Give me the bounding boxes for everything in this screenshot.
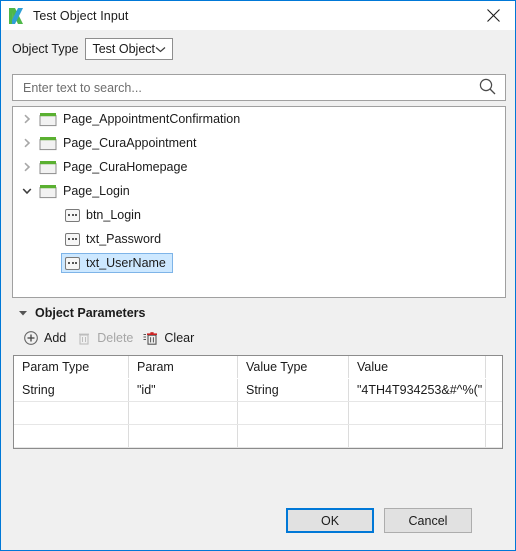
clear-parameters-button[interactable]: Clear <box>143 330 194 346</box>
table-cell[interactable]: String <box>14 378 129 402</box>
column-header-0[interactable]: Param Type <box>14 356 129 379</box>
table-cell[interactable] <box>485 447 502 448</box>
object-type-dropdown[interactable]: Test Object <box>85 37 174 60</box>
object-type-label: Object Type <box>12 41 79 56</box>
table-cell[interactable] <box>485 378 502 402</box>
table-cell[interactable] <box>128 424 238 448</box>
object-parameters-title: Object Parameters <box>35 306 146 320</box>
object-type-row: Object Type Test Object <box>1 30 515 67</box>
tree-item-content: txt_Password <box>61 229 168 249</box>
table-cell[interactable] <box>128 447 238 448</box>
tree-item-page_appointmentconfirmation[interactable]: Page_AppointmentConfirmation <box>13 107 505 131</box>
column-header-4[interactable] <box>485 356 502 379</box>
object-type-value: Test Object <box>92 41 156 56</box>
trash-icon <box>76 330 92 346</box>
tree-item-txt_password[interactable]: txt_Password <box>13 227 505 251</box>
add-parameter-label: Add <box>44 331 67 345</box>
chevron-down-icon <box>155 42 166 56</box>
table-cell[interactable] <box>14 424 129 448</box>
parameters-toolbar: Add Delete Clear <box>1 326 515 350</box>
tree-item-page_login[interactable]: Page_Login <box>13 179 505 203</box>
tree-item-label: Page_CuraAppointment <box>63 136 197 150</box>
table-cell[interactable] <box>348 424 486 448</box>
title-bar: Test Object Input <box>1 1 515 30</box>
cancel-button[interactable]: Cancel <box>384 508 472 533</box>
delete-parameter-button: Delete <box>76 330 133 346</box>
table-row[interactable] <box>14 401 502 425</box>
add-parameter-button[interactable]: Add <box>23 330 66 346</box>
element-icon <box>65 208 80 222</box>
tree-item-label: Page_Login <box>63 184 130 198</box>
katalon-logo-icon <box>9 7 25 24</box>
clear-parameters-label: Clear <box>164 331 195 345</box>
tree-item-label: btn_Login <box>86 208 141 222</box>
element-icon <box>65 232 80 246</box>
column-header-3[interactable]: Value <box>348 356 486 379</box>
search-icon[interactable] <box>479 78 496 98</box>
tree-item-txt_username[interactable]: txt_UserName <box>13 251 505 275</box>
tree-item-content: Page_CuraHomepage <box>35 157 194 178</box>
tree-item-content: btn_Login <box>61 205 148 225</box>
table-row[interactable]: String "id" String "4TH4T934253&#^%(" <box>14 378 502 402</box>
tree-item-label: txt_UserName <box>86 256 166 270</box>
ok-button[interactable]: OK <box>286 508 374 533</box>
column-header-2[interactable]: Value Type <box>237 356 349 379</box>
chevron-down-icon[interactable] <box>19 186 35 197</box>
table-cell[interactable] <box>348 447 486 448</box>
tree-item-page_curahomepage[interactable]: Page_CuraHomepage <box>13 155 505 179</box>
tree-item-label: Page_AppointmentConfirmation <box>63 112 241 126</box>
chevron-right-icon[interactable] <box>19 138 35 149</box>
element-icon <box>65 256 80 270</box>
table-cell[interactable] <box>14 447 129 448</box>
table-row[interactable] <box>14 424 502 448</box>
table-cell[interactable]: String <box>237 378 349 402</box>
table-cell[interactable] <box>128 401 238 425</box>
search-box[interactable] <box>12 74 506 101</box>
tree-item-label: Page_CuraHomepage <box>63 160 188 174</box>
table-row[interactable] <box>14 447 502 448</box>
close-icon[interactable] <box>471 1 515 30</box>
tree-item-content: Page_CuraAppointment <box>35 133 203 154</box>
test-object-input-dialog: Test Object Input Object Type Test Objec… <box>0 0 516 551</box>
table-cell[interactable]: "4TH4T934253&#^%(" <box>348 378 486 402</box>
table-cell[interactable] <box>237 401 349 425</box>
search-input[interactable] <box>21 76 465 99</box>
table-cell[interactable] <box>237 424 349 448</box>
object-tree[interactable]: Page_AppointmentConfirmation Page_CuraApp… <box>12 106 506 298</box>
window-title: Test Object Input <box>33 8 129 23</box>
folder-icon <box>39 160 57 175</box>
tree-item-btn_login[interactable]: btn_Login <box>13 203 505 227</box>
tree-item-content: Page_AppointmentConfirmation <box>35 109 247 130</box>
clear-trash-icon <box>143 330 159 346</box>
table-cell[interactable]: "id" <box>128 378 238 402</box>
table-cell[interactable] <box>485 424 502 448</box>
plus-circle-icon <box>23 330 39 346</box>
table-cell[interactable] <box>237 447 349 448</box>
folder-icon <box>39 184 57 199</box>
tree-item-content: txt_UserName <box>61 253 173 273</box>
tree-item-content: Page_Login <box>35 181 137 202</box>
tree-item-page_curaappointment[interactable]: Page_CuraAppointment <box>13 131 505 155</box>
column-header-1[interactable]: Param <box>128 356 238 379</box>
table-cell[interactable] <box>485 401 502 425</box>
object-parameters-header[interactable]: Object Parameters <box>1 303 515 323</box>
tree-item-label: txt_Password <box>86 232 162 246</box>
table-cell[interactable] <box>348 401 486 425</box>
parameters-table[interactable]: Param Type Param Value Type Value String "id"… <box>13 355 503 449</box>
folder-icon <box>39 136 57 151</box>
delete-parameter-label: Delete <box>97 331 134 345</box>
triangle-down-icon[interactable] <box>18 310 28 316</box>
chevron-right-icon[interactable] <box>19 162 35 173</box>
folder-icon <box>39 112 57 127</box>
chevron-right-icon[interactable] <box>19 114 35 125</box>
table-cell[interactable] <box>14 401 129 425</box>
table-header-row: Param Type Param Value Type Value <box>14 356 502 379</box>
